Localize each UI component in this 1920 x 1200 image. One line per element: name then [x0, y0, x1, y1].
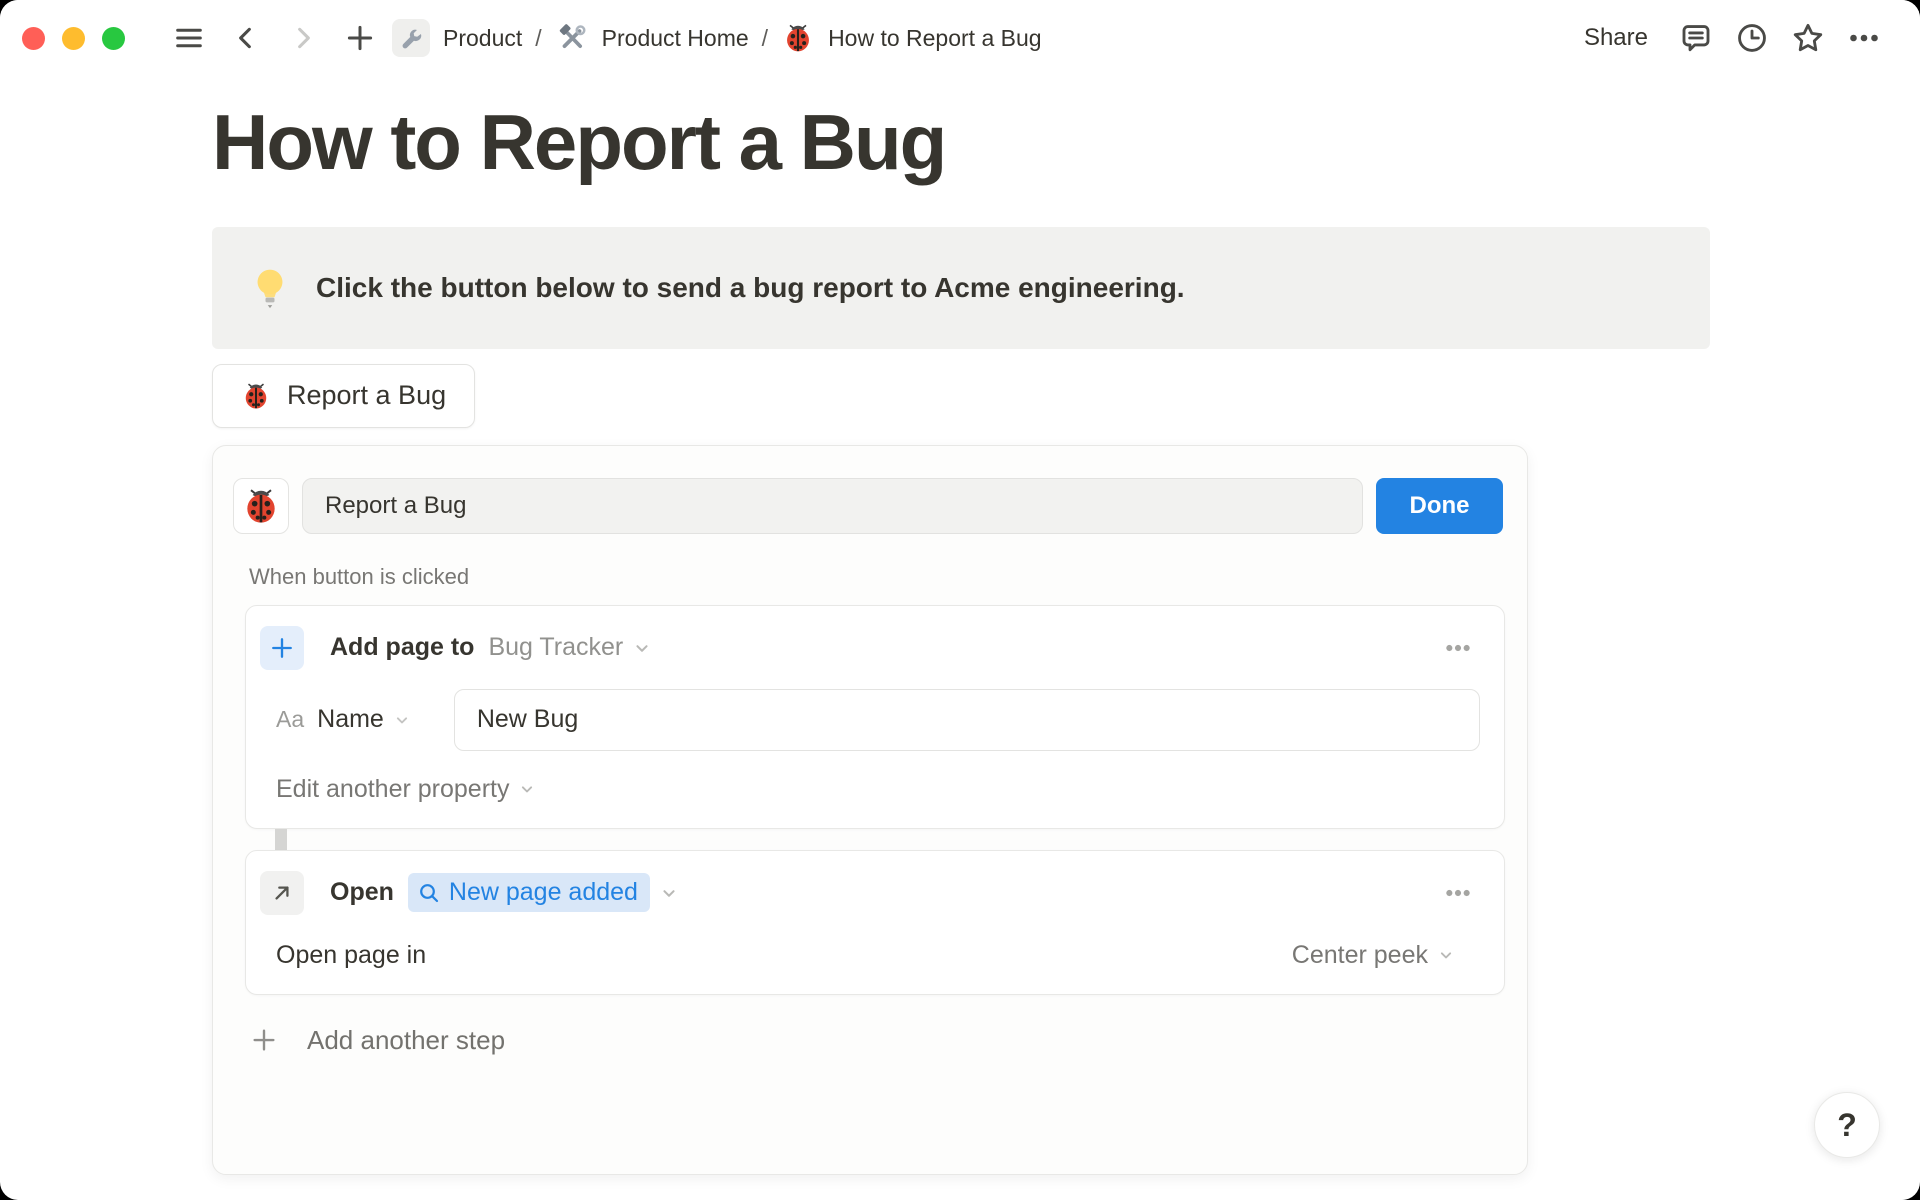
property-row: Aa Name: [260, 688, 1480, 751]
page-content: How to Report a Bug Click the button bel…: [0, 96, 1920, 1175]
wrench-icon: [392, 19, 430, 57]
callout-block: Click the button below to send a bug rep…: [212, 226, 1710, 349]
step-card-open-page: Open New page added Open page in Center …: [245, 849, 1505, 995]
back-button[interactable]: [224, 16, 268, 60]
forward-button[interactable]: [281, 16, 325, 60]
add-page-badge: [260, 625, 304, 670]
ellipsis-icon: [1446, 644, 1470, 651]
clock-icon: [1738, 24, 1766, 52]
ladybug-icon: [247, 488, 275, 523]
property-name-select[interactable]: Name: [317, 705, 384, 734]
chevron-left-icon: [239, 27, 251, 49]
nav-controls: [167, 16, 382, 60]
help-button[interactable]: ?: [1814, 1092, 1880, 1158]
open-mode-select[interactable]: Center peek: [1292, 941, 1456, 970]
report-a-bug-button[interactable]: Report a Bug: [212, 363, 476, 428]
sidebar-menu-button[interactable]: [167, 16, 211, 60]
step-header-row: Open New page added: [260, 870, 1480, 915]
open-target-select[interactable]: New page added: [407, 873, 650, 913]
ladybug-icon: [781, 21, 815, 55]
step-action-label: Add page to: [330, 633, 475, 662]
step-header-row: Add page to Bug Tracker: [260, 625, 1480, 670]
hamburger-icon: [176, 28, 202, 48]
window-controls: [22, 26, 125, 50]
lightbulb-icon: [257, 269, 283, 308]
plus-icon: [272, 637, 292, 658]
plus-icon: [253, 1029, 275, 1051]
property-value-input[interactable]: [453, 688, 1480, 751]
comments-button[interactable]: [1674, 16, 1718, 60]
open-target-label: New page added: [448, 878, 638, 907]
database-select[interactable]: Bug Tracker: [488, 633, 623, 662]
report-a-bug-label: Report a Bug: [287, 380, 447, 411]
add-another-step-label: Add another step: [307, 1024, 506, 1055]
topbar: Product / Product Home / How to Report a…: [0, 0, 1920, 76]
breadcrumb-divider: /: [761, 24, 769, 51]
step-options-button[interactable]: [1436, 871, 1480, 915]
open-mode-value: Center peek: [1291, 940, 1428, 969]
breadcrumb-label: How to Report a Bug: [828, 24, 1042, 51]
breadcrumb-divider: /: [535, 24, 542, 51]
history-button[interactable]: [1730, 16, 1774, 60]
star-icon: [1793, 23, 1823, 52]
comment-icon: [1682, 25, 1710, 52]
open-page-in-row: Open page in Center peek: [260, 941, 1480, 970]
button-icon-picker[interactable]: [233, 477, 289, 534]
search-icon: [420, 883, 439, 902]
add-another-step-button[interactable]: Add another step: [245, 1017, 509, 1064]
button-name-input[interactable]: [302, 477, 1363, 534]
chevron-down-icon: [392, 710, 412, 730]
chevron-down-icon: [1440, 952, 1452, 959]
close-window-button[interactable]: [22, 26, 45, 50]
breadcrumb-item-product[interactable]: Product: [392, 19, 522, 57]
edit-another-property-label: Edit another property: [276, 774, 510, 803]
button-editor-panel: Done When button is clicked Add page to …: [212, 444, 1528, 1175]
topbar-actions: Share: [1570, 16, 1886, 60]
button-editor-header: Done: [233, 477, 1503, 534]
more-options-button[interactable]: [1842, 16, 1886, 60]
breadcrumb-item-current[interactable]: How to Report a Bug: [781, 21, 1042, 55]
done-button[interactable]: Done: [1376, 477, 1503, 534]
arrow-up-right-icon: [275, 886, 289, 900]
step-action-label: Open: [330, 878, 394, 907]
ellipsis-icon: [1850, 34, 1878, 42]
ellipsis-icon: [1446, 889, 1470, 896]
step-connector: [275, 828, 287, 850]
ladybug-icon: [245, 383, 267, 409]
page-title: How to Report a Bug: [212, 98, 947, 186]
new-page-button[interactable]: [338, 16, 382, 60]
chevron-down-icon: [658, 882, 680, 904]
step-options-button[interactable]: [1436, 626, 1480, 670]
minimize-window-button[interactable]: [62, 26, 85, 50]
open-page-in-label: Open page in: [276, 940, 427, 969]
trigger-label: When button is clicked: [249, 563, 470, 589]
callout-text: Click the button below to send a bug rep…: [316, 271, 1185, 303]
hammer-wrench-icon: [555, 21, 589, 55]
share-button[interactable]: Share: [1570, 16, 1662, 60]
breadcrumb-label: Product Home: [601, 24, 749, 51]
favorite-button[interactable]: [1786, 16, 1830, 60]
breadcrumb-label: Product: [443, 24, 523, 51]
app-window: Product / Product Home / How to Report a…: [0, 0, 1920, 1200]
open-page-badge: [260, 870, 304, 915]
chevron-right-icon: [298, 27, 310, 49]
fullscreen-window-button[interactable]: [102, 26, 125, 50]
breadcrumb: Product / Product Home / How to Report a…: [392, 19, 1042, 57]
chevron-down-icon: [522, 786, 533, 793]
chevron-down-icon: [631, 637, 653, 659]
step-card-add-page: Add page to Bug Tracker Aa Name New Bug …: [245, 604, 1505, 829]
edit-another-property-button[interactable]: Edit another property: [276, 775, 537, 804]
plus-icon: [347, 25, 373, 51]
breadcrumb-item-product-home[interactable]: Product Home: [555, 21, 749, 55]
text-property-icon: Aa: [276, 706, 305, 733]
